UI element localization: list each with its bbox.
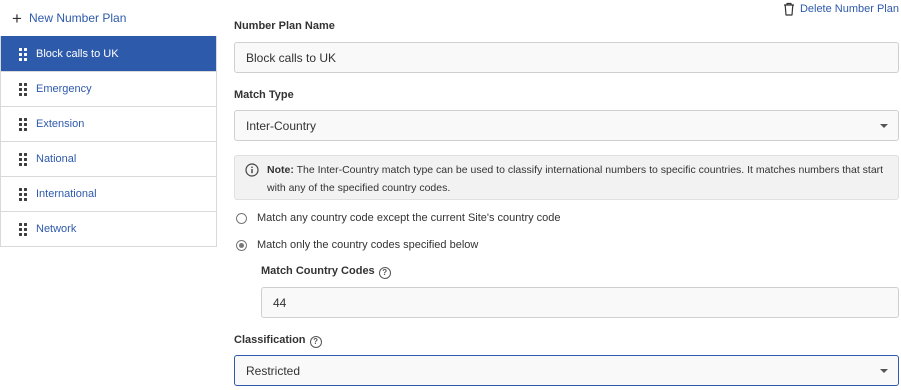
chevron-down-icon bbox=[880, 123, 888, 128]
drag-handle-icon[interactable] bbox=[19, 47, 27, 61]
plan-item-label: National bbox=[36, 153, 77, 165]
note-body: The Inter-Country match type can be used… bbox=[267, 164, 884, 194]
note-prefix: Note: bbox=[267, 164, 294, 176]
plan-item-label: Network bbox=[36, 223, 77, 235]
plan-item-label: International bbox=[36, 188, 97, 200]
plus-icon: + bbox=[12, 8, 22, 28]
match-country-codes-value: 44 bbox=[273, 295, 287, 310]
help-icon[interactable]: ? bbox=[309, 336, 322, 348]
number-plan-name-value: Block calls to UK bbox=[246, 50, 337, 65]
plan-item-international[interactable]: International bbox=[1, 176, 216, 211]
new-number-plan-button[interactable]: + New Number Plan bbox=[10, 8, 126, 28]
new-number-plan-label: New Number Plan bbox=[29, 11, 127, 25]
number-plan-list: Block calls to UK Emergency Extension Na… bbox=[0, 36, 217, 247]
plan-item-label: Emergency bbox=[36, 83, 92, 95]
drag-handle-icon[interactable] bbox=[19, 187, 27, 201]
drag-handle-icon[interactable] bbox=[19, 82, 27, 96]
classification-select[interactable]: Restricted bbox=[234, 355, 899, 386]
plan-item-extension[interactable]: Extension bbox=[1, 106, 216, 141]
number-plan-name-input[interactable]: Block calls to UK bbox=[234, 42, 899, 73]
classification-value: Restricted bbox=[246, 363, 301, 378]
classification-text: Classification bbox=[234, 334, 306, 346]
match-type-select[interactable]: Inter-Country bbox=[234, 110, 899, 141]
radio-button[interactable] bbox=[236, 239, 247, 251]
radio-any-country-code[interactable]: Match any country code except the curren… bbox=[236, 210, 561, 226]
help-icon[interactable]: ? bbox=[378, 267, 391, 279]
drag-handle-icon[interactable] bbox=[19, 152, 27, 166]
trash-icon bbox=[783, 2, 794, 16]
note-text: Note: The Inter-Country match type can b… bbox=[267, 161, 888, 199]
delete-number-plan-label: Delete Number Plan bbox=[799, 2, 899, 15]
plan-item-national[interactable]: National bbox=[1, 141, 216, 176]
match-type-value: Inter-Country bbox=[246, 118, 317, 133]
classification-label: Classification? bbox=[234, 334, 322, 348]
info-icon bbox=[245, 163, 259, 177]
radio-button[interactable] bbox=[236, 212, 247, 224]
delete-number-plan-button[interactable]: Delete Number Plan bbox=[783, 0, 899, 17]
match-type-label: Match Type bbox=[234, 89, 294, 101]
plan-item-emergency[interactable]: Emergency bbox=[1, 71, 216, 106]
plan-item-label: Extension bbox=[36, 118, 85, 130]
radio-specified-country-codes[interactable]: Match only the country codes specified b… bbox=[236, 237, 478, 253]
match-country-codes-input[interactable]: 44 bbox=[261, 287, 899, 318]
drag-handle-icon[interactable] bbox=[19, 117, 27, 131]
radio-label: Match only the country codes specified b… bbox=[257, 239, 479, 251]
radio-label: Match any country code except the curren… bbox=[257, 212, 561, 224]
plan-item-block-calls-to-uk[interactable]: Block calls to UK bbox=[1, 36, 216, 71]
drag-handle-icon[interactable] bbox=[19, 222, 27, 236]
match-country-codes-label: Match Country Codes? bbox=[261, 265, 391, 279]
number-plan-name-label: Number Plan Name bbox=[234, 20, 335, 32]
plan-item-network[interactable]: Network bbox=[1, 211, 216, 246]
match-country-codes-text: Match Country Codes bbox=[261, 265, 375, 277]
chevron-down-icon bbox=[880, 368, 888, 373]
plan-item-label: Block calls to UK bbox=[36, 48, 119, 60]
match-type-note: Note: The Inter-Country match type can b… bbox=[234, 155, 899, 200]
